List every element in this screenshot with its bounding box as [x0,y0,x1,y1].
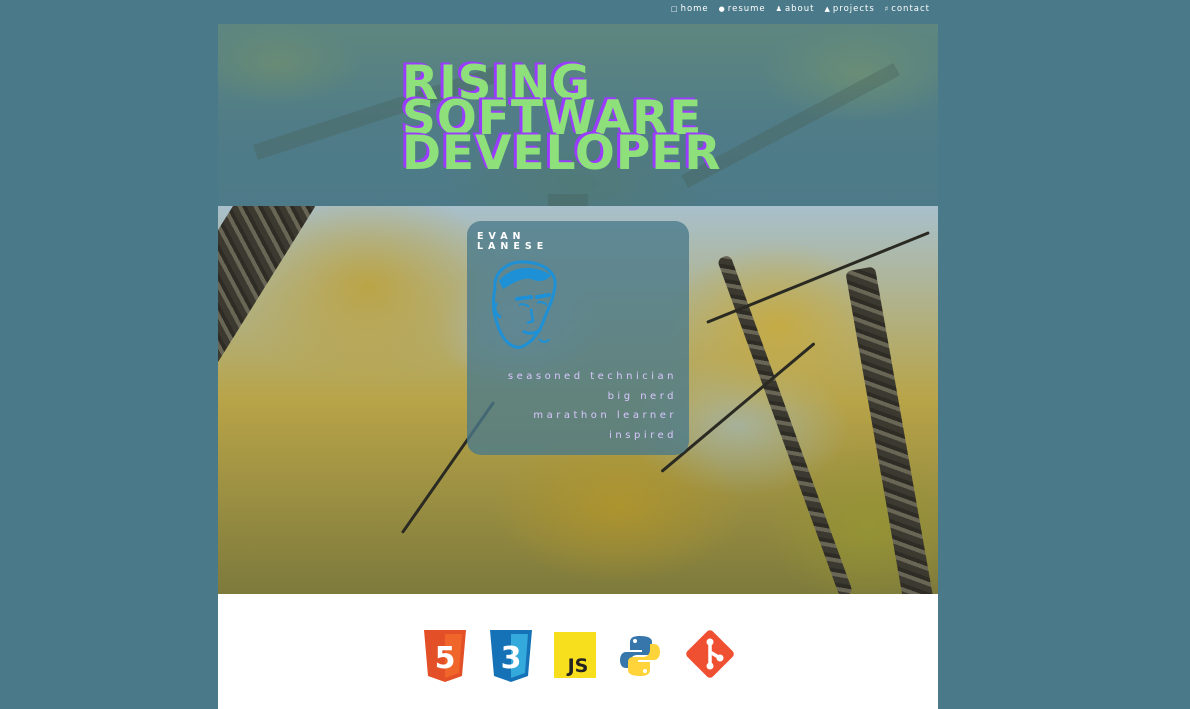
tree-trunk [218,206,318,594]
trait-item: seasoned technician [507,371,677,382]
nav-resume-label: resume [727,4,766,14]
trait-item: inspired [609,429,677,441]
javascript-label: JS [566,655,589,677]
javascript-icon: JS [554,632,596,678]
nav-home-label: home [680,4,709,14]
html5-icon: 5 [424,630,466,682]
nav-contact-label: contact [891,4,930,14]
avatar-portrait-icon [491,260,557,349]
nav-about-label: about [784,4,815,14]
document-icon: ● [718,5,726,13]
git-icon [686,630,734,678]
chat-icon: □ [670,5,679,13]
css3-label: 3 [501,641,522,676]
last-name: LANESE [477,241,549,252]
tree-trunk [845,266,938,594]
skills-strip: 5 3 JS [218,594,938,709]
nav-about[interactable]: ♟ about [776,4,815,14]
trait-item: big nerd [607,390,677,402]
css3-icon: 3 [490,630,532,682]
person-icon: ♟ [775,5,783,13]
tree-branch [706,231,930,324]
main-column: RISING SOFTWARE DEVELOPER EVAN LANESE se… [218,24,938,709]
nav-resume[interactable]: ● resume [719,4,766,14]
headline-line: DEVELOPER [402,126,722,181]
nav-contact[interactable]: ♯ contact [885,4,930,14]
nav-home[interactable]: □ home [671,4,709,14]
mail-icon: ♯ [884,5,890,13]
html5-label: 5 [435,641,456,676]
nav-projects[interactable]: ▲ projects [824,4,874,14]
hero-banner: RISING SOFTWARE DEVELOPER [218,24,938,206]
profile-traits: seasoned technician big nerd marathon le… [508,367,677,445]
top-nav: □ home ● resume ♟ about ▲ projects ♯ con… [671,4,930,14]
python-icon [620,636,660,676]
profile-card: EVAN LANESE seasoned technician big nerd… [467,221,689,455]
nav-projects-label: projects [832,4,875,14]
trait-item: marathon learner [533,410,677,421]
folder-icon: ▲ [824,5,831,13]
tree-trunk [716,254,854,594]
hero-headline: RISING SOFTWARE DEVELOPER [402,60,722,181]
profile-name: EVAN LANESE [477,232,548,252]
